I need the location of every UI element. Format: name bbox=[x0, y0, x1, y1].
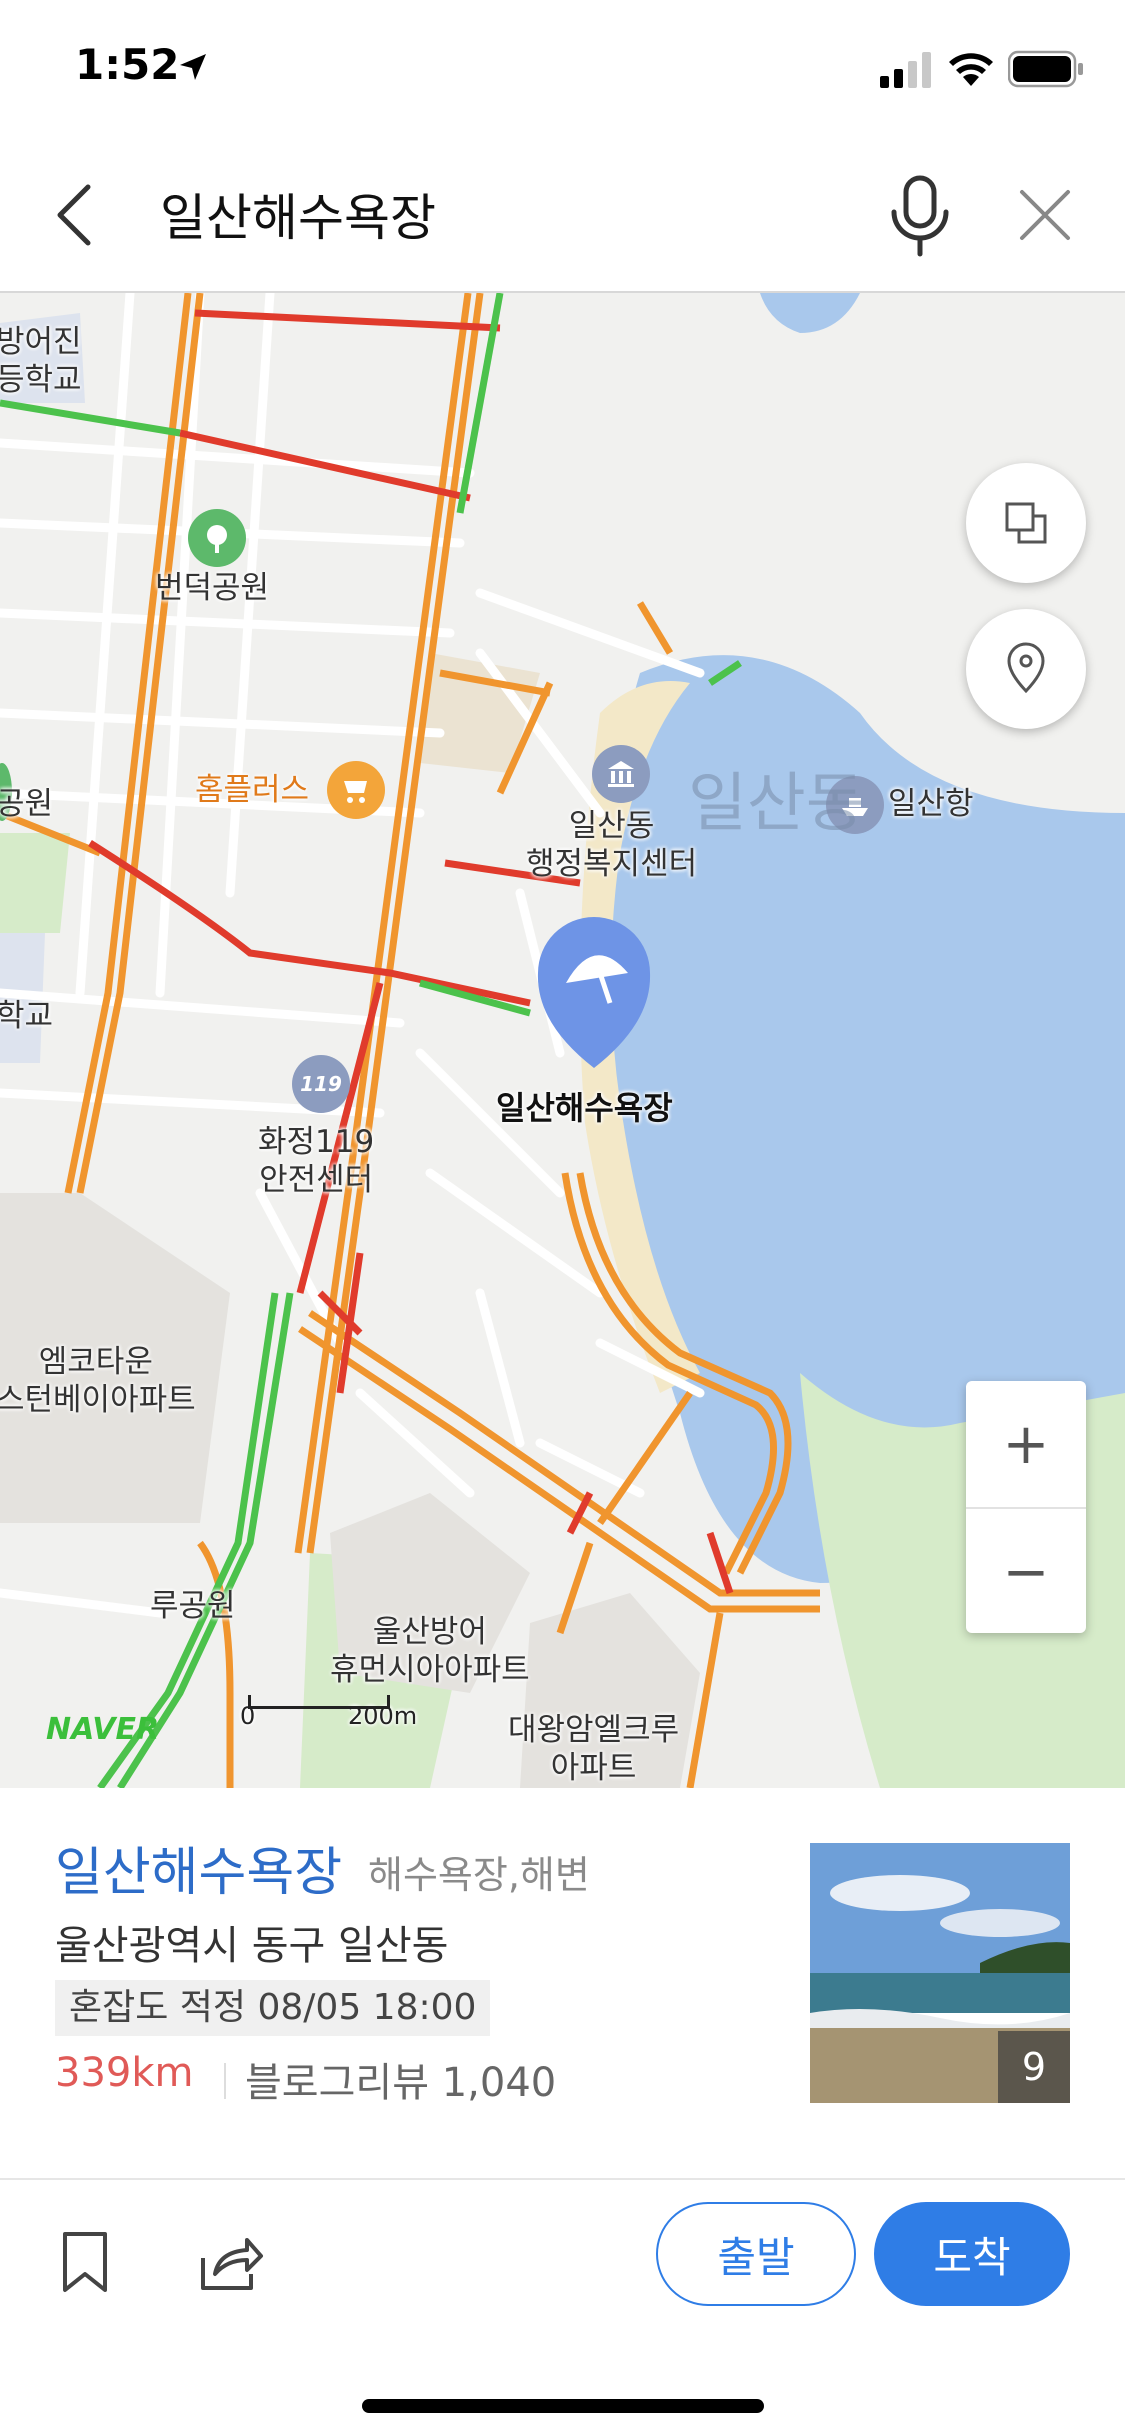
status-bar: 1:52 bbox=[0, 0, 1125, 140]
wifi-icon bbox=[949, 53, 993, 86]
place-category: 해수욕장,해변 bbox=[368, 1853, 590, 1897]
share-icon bbox=[201, 2238, 263, 2290]
status-time: 1:52 bbox=[75, 40, 180, 89]
map-label-selected-place[interactable]: 일산해수욕장 bbox=[496, 1089, 673, 1127]
green-area-left bbox=[0, 833, 70, 933]
map-label-park-bottom: 루공원 bbox=[150, 1588, 236, 1624]
mic-icon bbox=[891, 175, 949, 257]
shopping-cart-icon bbox=[327, 761, 385, 819]
map-label-park-beondeok: 번덕공원 bbox=[155, 570, 270, 606]
map-label-fire-station: 화정119 안전센터 bbox=[258, 1124, 375, 1198]
zoom-control: + − bbox=[966, 1381, 1086, 1633]
layers-icon bbox=[1005, 502, 1047, 544]
map-label-apt-emco: 엠코타운 스턴베이아파트 bbox=[0, 1344, 196, 1418]
depart-button[interactable]: 출발 bbox=[656, 2202, 856, 2306]
search-input[interactable]: 일산해수욕장 bbox=[160, 178, 436, 250]
bookmark-icon bbox=[63, 2232, 107, 2292]
map-layers-button[interactable] bbox=[966, 463, 1086, 583]
stat-divider bbox=[224, 2063, 226, 2099]
battery-icon bbox=[1008, 50, 1083, 88]
place-address: 울산광역시 동구 일산동 bbox=[55, 1923, 449, 1969]
search-header: 일산해수욕장 bbox=[0, 140, 1125, 293]
map-canvas bbox=[0, 293, 1125, 1788]
map-label-apt-ulsan: 울산방어 휴먼시아아파트 bbox=[330, 1614, 530, 1688]
location-arrow-icon bbox=[180, 54, 206, 80]
place-info-panel[interactable]: 일산해수욕장 해수욕장,해변 울산광역시 동구 일산동 혼잡도 적정 08/05… bbox=[0, 1788, 1125, 2178]
map-pin-button[interactable] bbox=[966, 609, 1086, 729]
back-icon bbox=[57, 184, 91, 246]
map-label-apt-daewang: 대왕암엘크루 아파트 bbox=[508, 1712, 680, 1786]
map-label-school-top: 방어진 등학교 bbox=[0, 324, 82, 398]
map-label-school-left: 학교 bbox=[0, 998, 54, 1034]
action-bar: 출발 도착 bbox=[0, 2180, 1125, 2436]
home-indicator bbox=[362, 2399, 764, 2413]
map-label-district: 일산동 bbox=[688, 767, 865, 841]
bookmark-button[interactable] bbox=[55, 2228, 115, 2298]
scale-bar bbox=[248, 1695, 390, 1709]
zoom-in-button[interactable]: + bbox=[966, 1381, 1086, 1507]
map-label-ilsan-office: 일산동 행정복지센터 bbox=[526, 808, 698, 882]
water-top bbox=[760, 293, 860, 333]
place-name[interactable]: 일산해수욕장 bbox=[55, 1830, 342, 1905]
map-view[interactable]: 119 방어진 등학교 번덕공원 홈플러스 공원 일산동 행정복지센터 일산동 일산… bbox=[0, 293, 1125, 1788]
signal-icon bbox=[880, 52, 931, 88]
photo-count: 9 bbox=[998, 2031, 1070, 2103]
place-distance: 339km bbox=[55, 2050, 194, 2096]
blog-review-count[interactable]: 블로그리뷰 1,040 bbox=[245, 2050, 556, 2108]
fire-station-icon: 119 bbox=[292, 1055, 350, 1113]
location-pin-icon bbox=[1007, 642, 1045, 694]
clear-search-button[interactable] bbox=[1010, 180, 1080, 250]
government-building-icon bbox=[592, 745, 650, 803]
share-button[interactable] bbox=[195, 2228, 265, 2298]
congestion-badge: 혼잡도 적정 08/05 18:00 bbox=[55, 1980, 491, 2036]
naver-logo: NAVER bbox=[46, 1712, 160, 1747]
map-label-ilsan-port: 일산항 bbox=[888, 786, 974, 822]
arrive-button[interactable]: 도착 bbox=[874, 2202, 1070, 2306]
back-button[interactable] bbox=[40, 175, 110, 255]
zoom-out-button[interactable]: − bbox=[966, 1509, 1086, 1635]
voice-search-button[interactable] bbox=[880, 170, 960, 260]
map-label-park-left: 공원 bbox=[0, 786, 54, 822]
map-label-homeplus: 홈플러스 bbox=[195, 772, 310, 808]
place-photo[interactable]: 9 bbox=[810, 1843, 1070, 2103]
close-icon bbox=[1020, 190, 1070, 240]
park-icon bbox=[188, 509, 246, 567]
